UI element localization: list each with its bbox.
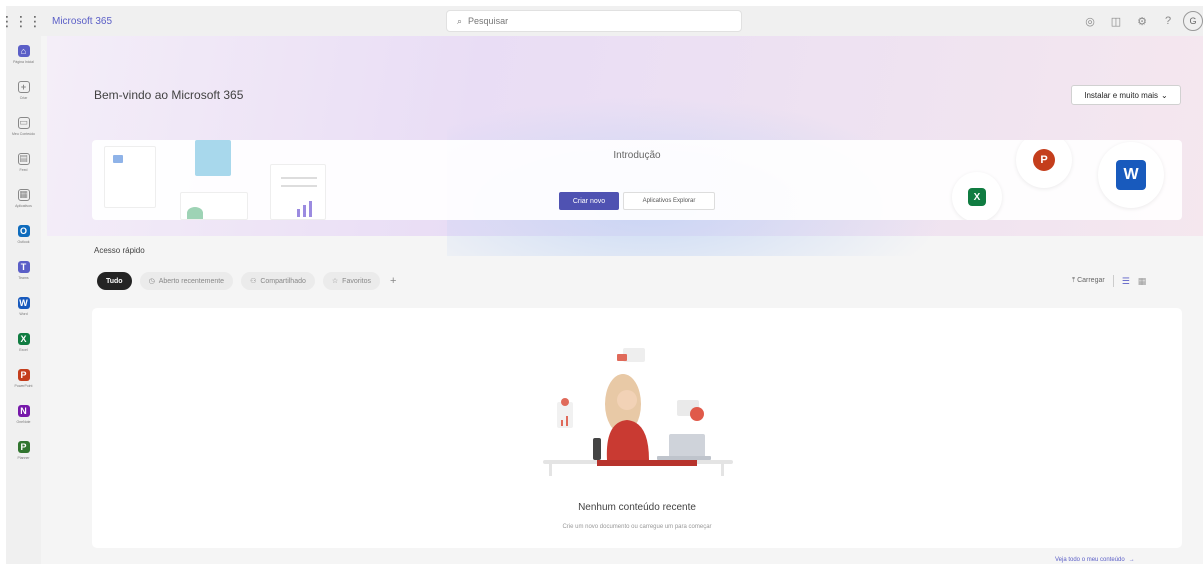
filter-all[interactable]: Tudo <box>97 272 132 290</box>
rail-item-label: Teams <box>18 275 29 280</box>
install-button[interactable]: Instalar e muito mais ⌄ <box>1071 85 1181 105</box>
avatar[interactable]: G <box>1183 11 1203 31</box>
rail-item-label: Criar <box>19 95 28 100</box>
filter-all-label: Tudo <box>106 277 123 285</box>
filter-recent[interactable]: ◷ Aberto recentemente <box>139 272 234 290</box>
rail-item-label: Planner <box>17 455 30 460</box>
see-all-link[interactable]: Veja todo o meu conteúdo → <box>1055 557 1135 563</box>
divider <box>1112 275 1114 287</box>
top-bar-actions: ◎ ◫ ⚙ ? G <box>1075 6 1203 36</box>
upload-icon: ⤒ <box>1072 277 1076 284</box>
rail-item[interactable]: ▤ Feed <box>6 144 41 180</box>
spreadsheet-thumbnail <box>180 192 248 220</box>
create-new-button[interactable]: Criar novo <box>559 192 619 210</box>
empty-state-illustration <box>543 348 733 476</box>
empty-state-subtitle: Crie um novo documento ou carregue um pa… <box>562 524 712 530</box>
install-button-label: Instalar e muito mais <box>1084 90 1159 100</box>
rail-item[interactable]: ▭ Meu Conteúdo <box>6 108 41 144</box>
excel-icon: X <box>968 188 986 206</box>
rail-item[interactable]: ▦ Aplicativos <box>6 180 41 216</box>
folder-icon: ▭ <box>17 116 30 129</box>
rail-item-label: Excel <box>19 347 28 352</box>
planner-icon: P <box>17 440 30 453</box>
rail-item[interactable]: O Outlook <box>6 216 41 252</box>
powerpoint-icon: P <box>1033 149 1055 171</box>
arrow-right-icon: → <box>1128 557 1135 563</box>
rail-item[interactable]: P PowerPoint <box>6 360 41 396</box>
filter-favorites[interactable]: ☆ Favoritos <box>322 272 380 290</box>
filter-favorites-label: Favoritos <box>342 277 371 285</box>
powerpoint-icon: P <box>17 368 30 381</box>
word-icon: W <box>17 296 30 309</box>
rail-item-label: Meu Conteúdo <box>12 131 35 136</box>
add-filter-button[interactable]: + <box>390 275 396 287</box>
copilot-icon[interactable]: ◎ <box>1079 10 1101 32</box>
teams-icon: T <box>17 260 30 273</box>
intro-card: Introdução Criar novo Aplicativos Explor… <box>92 140 1182 220</box>
filter-bar: Tudo ◷ Aberto recentemente ⚇ Compartilha… <box>97 272 396 290</box>
list-view-icon[interactable]: ☰ <box>1122 276 1130 287</box>
apps-icon: ▦ <box>17 188 30 201</box>
filter-shared[interactable]: ⚇ Compartilhado <box>241 272 315 290</box>
top-bar: ⋮⋮⋮ Microsoft 365 ⌕ Pesquisar ◎ ◫ ⚙ ? G <box>6 6 1203 36</box>
rail-item[interactable]: N OneNote <box>6 396 41 432</box>
clock-icon: ◷ <box>148 278 155 285</box>
search-placeholder: Pesquisar <box>468 16 509 26</box>
app-name[interactable]: Microsoft 365 <box>52 16 112 27</box>
main-content: Bem-vindo ao Microsoft 365 Instalar e mu… <box>47 36 1203 564</box>
rail-item-label: Outlook <box>17 239 30 244</box>
list-toolbar: ⤒ Carregar ☰ ▦ <box>1072 272 1146 290</box>
rail-item[interactable]: + Criar <box>6 72 41 108</box>
see-all-label: Veja todo o meu conteúdo <box>1055 557 1125 563</box>
create-icon: + <box>17 80 30 93</box>
report-thumbnail <box>270 164 326 220</box>
left-rail: ⌂ Página Inicial + Criar ▭ Meu Conteúdo ▤ Feed ▦… <box>6 36 41 564</box>
rail-item-label: OneNote <box>16 419 31 424</box>
page-title: Bem-vindo ao Microsoft 365 <box>94 88 244 102</box>
onenote-icon: N <box>17 404 30 417</box>
app-window: ⋮⋮⋮ Microsoft 365 ⌕ Pesquisar ◎ ◫ ⚙ ? G … <box>6 6 1203 564</box>
search-input[interactable]: ⌕ Pesquisar <box>446 10 742 32</box>
rail-item[interactable]: X Excel <box>6 324 41 360</box>
rail-item-label: Aplicativos <box>15 203 32 208</box>
empty-state-title: Nenhum conteúdo recente <box>578 502 696 513</box>
rail-item[interactable]: P Planner <box>6 432 41 468</box>
rail-item[interactable]: ⌂ Página Inicial <box>6 36 41 72</box>
people-icon: ⚇ <box>250 278 257 285</box>
filter-shared-label: Compartilhado <box>260 277 306 285</box>
quick-access-title: Acesso rápido <box>94 246 145 255</box>
star-icon: ☆ <box>331 278 339 285</box>
upload-button[interactable]: ⤒ Carregar <box>1072 277 1105 285</box>
notifications-icon[interactable]: ◫ <box>1105 10 1127 32</box>
help-icon[interactable]: ? <box>1157 10 1179 32</box>
word-icon: W <box>1116 160 1146 190</box>
outlook-icon: O <box>17 224 30 237</box>
empty-state-card: Nenhum conteúdo recente Crie um novo doc… <box>92 308 1182 548</box>
explore-apps-button[interactable]: Aplicativos Explorar <box>623 192 715 210</box>
word-bubble: W <box>1098 142 1164 208</box>
feed-icon: ▤ <box>17 152 30 165</box>
rail-item-label: Página Inicial <box>13 59 34 64</box>
settings-icon[interactable]: ⚙ <box>1131 10 1153 32</box>
excel-icon: X <box>17 332 30 345</box>
excel-bubble: X <box>952 172 1002 220</box>
filter-recent-label: Aberto recentemente <box>158 277 225 285</box>
rail-item[interactable]: T Teams <box>6 252 41 288</box>
search-icon: ⌕ <box>457 15 463 26</box>
chevron-down-icon: ⌄ <box>1161 90 1168 100</box>
app-launcher-icon[interactable]: ⋮⋮⋮ <box>6 6 42 36</box>
rail-item-label: PowerPoint <box>14 383 33 388</box>
rail-item-label: Feed <box>19 167 28 172</box>
home-icon: ⌂ <box>17 44 30 57</box>
grid-view-icon[interactable]: ▦ <box>1138 276 1147 287</box>
powerpoint-bubble: P <box>1016 140 1072 188</box>
rail-item-label: Word <box>19 311 28 316</box>
upload-label: Carregar <box>1077 277 1105 284</box>
rail-item[interactable]: W Word <box>6 288 41 324</box>
